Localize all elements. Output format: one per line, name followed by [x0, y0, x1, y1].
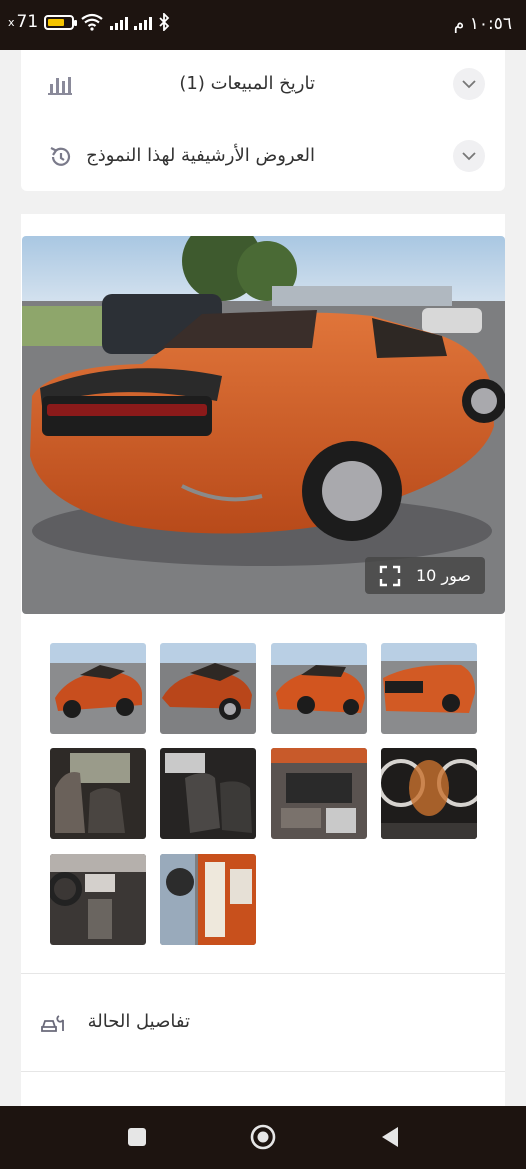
wifi-icon — [81, 13, 103, 31]
bar-chart-icon — [48, 77, 72, 95]
status-bar: x 71 ١٠:٥٦ م — [0, 0, 526, 50]
back-triangle-icon — [382, 1127, 398, 1147]
thumbnail-instrument-cluster[interactable] — [381, 748, 477, 839]
car-wrench-icon — [41, 1015, 64, 1032]
battery-icon — [44, 14, 78, 30]
sales-history-expand-button[interactable] — [453, 68, 485, 100]
divider — [21, 973, 505, 974]
signal-icon — [110, 14, 129, 30]
bluetooth-icon — [159, 13, 170, 31]
history-card: تاريخ المبيعات (1) العروض الأرشيفية لهذا… — [21, 50, 505, 191]
divider — [21, 1071, 505, 1072]
home-circle-icon — [250, 1124, 276, 1150]
archived-offers-expand-button[interactable] — [453, 140, 485, 172]
sales-history-label: تاريخ المبيعات (1) — [179, 73, 315, 94]
chevron-down-icon — [462, 79, 476, 88]
home-button[interactable] — [249, 1123, 277, 1151]
signal-icon-2 — [134, 14, 153, 30]
thumbnail-dashboard[interactable] — [50, 854, 146, 945]
square-icon — [128, 1128, 146, 1146]
sales-history-row[interactable]: تاريخ المبيعات (1) — [21, 54, 505, 114]
system-navigation-bar — [0, 1106, 526, 1169]
condition-details-label: تفاصيل الحالة — [87, 1011, 190, 1032]
thumbnail-left-side[interactable] — [271, 643, 367, 734]
recent-apps-button[interactable] — [123, 1123, 151, 1151]
archived-offers-row[interactable]: العروض الأرشيفية لهذا النموذج — [21, 126, 505, 186]
back-button[interactable] — [377, 1123, 405, 1151]
fullscreen-icon — [379, 565, 401, 586]
thumbnail-front-right-damage[interactable] — [160, 643, 256, 734]
thumbnail-door-jamb-label[interactable] — [160, 854, 256, 945]
view-all-photos-button[interactable]: صور 10 — [365, 557, 485, 594]
chevron-down-icon — [462, 151, 476, 160]
history-icon — [50, 147, 71, 166]
condition-details-row[interactable]: تفاصيل الحالة — [21, 975, 505, 1071]
battery-percent: 71 — [16, 12, 39, 32]
thumbnail-driver-seat[interactable] — [50, 748, 146, 839]
thumbnail-rear-seats[interactable] — [160, 748, 256, 839]
photos-count-label: صور 10 — [415, 566, 471, 585]
thumbnail-engine-bay[interactable] — [271, 748, 367, 839]
thumbnail-front-left-damage[interactable] — [50, 643, 146, 734]
thumbnail-rear[interactable] — [381, 643, 477, 734]
clock: ١٠:٥٦ م — [453, 14, 512, 34]
archived-offers-label: العروض الأرشيفية لهذا النموذج — [86, 145, 315, 166]
